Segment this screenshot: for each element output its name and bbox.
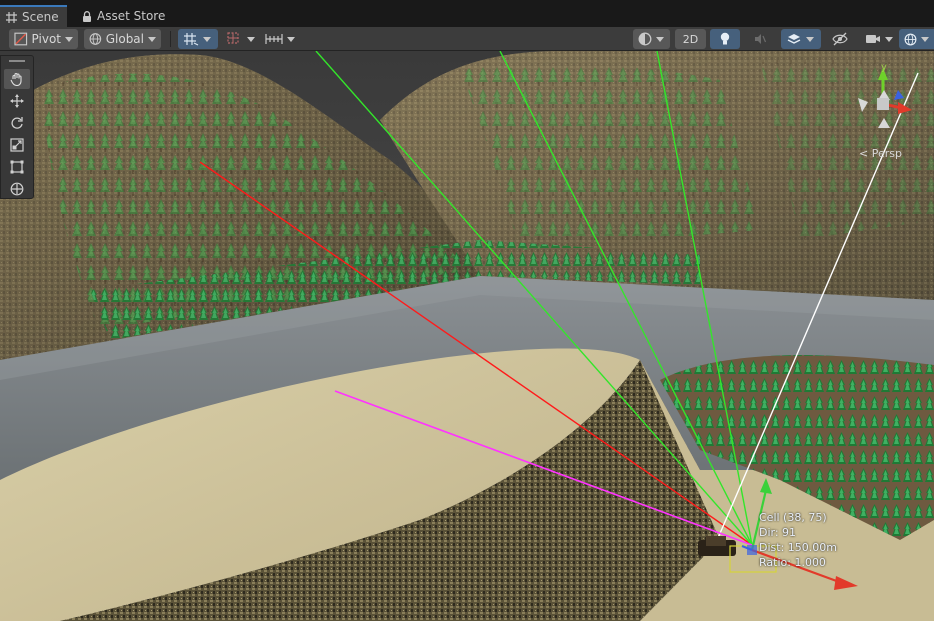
grid-snap-toggle[interactable] (178, 29, 218, 49)
pivot-label: Pivot (31, 32, 61, 46)
audio-muted-icon (755, 34, 767, 44)
tab-scene[interactable]: Scene (0, 5, 67, 27)
layers-icon (787, 34, 801, 44)
chevron-down-icon (921, 36, 929, 42)
hand-tool-button[interactable] (4, 69, 30, 89)
chevron-down-icon (65, 36, 73, 42)
orientation-gizmo[interactable]: y (854, 62, 918, 146)
scale-icon (10, 138, 24, 152)
tab-asset-store[interactable]: Asset Store (76, 5, 173, 27)
projection-label[interactable]: < Persp (859, 147, 902, 160)
axis-cube-icon (858, 68, 912, 128)
gizmos-dropdown[interactable] (899, 29, 934, 49)
palette-drag-handle[interactable] (9, 60, 25, 62)
gizmo-globe-icon (904, 33, 917, 45)
increment-snap-button[interactable] (222, 29, 260, 49)
scale-tool-button[interactable] (4, 135, 30, 155)
transform-icon (10, 182, 24, 196)
ruler-icon (265, 34, 283, 44)
cell-direction: Dir: 91 (759, 526, 797, 539)
grid-snap-icon (184, 33, 199, 46)
shading-mode-icon (638, 32, 652, 46)
camera-icon (866, 35, 880, 43)
pivot-dropdown[interactable]: Pivot (9, 29, 78, 49)
2d-mode-label: 2D (682, 32, 699, 46)
window-tab-bar: Scene Asset Store (0, 0, 934, 27)
increment-snap-icon (227, 32, 239, 44)
lock-icon (83, 10, 91, 22)
effects-dropdown[interactable] (781, 29, 821, 49)
globe-icon (89, 33, 102, 45)
cell-coordinates: Cell (38, 75) (759, 511, 827, 524)
grid-icon (6, 11, 17, 23)
tab-scene-label: Scene (22, 10, 59, 24)
cell-distance: Dist: 150.00m (759, 541, 837, 554)
cell-ratio: Ratio: 1.000 (759, 556, 826, 569)
global-dropdown[interactable]: Global (84, 29, 161, 49)
scene-toolbar: Pivot Global 2D (0, 27, 934, 51)
eye-slash-icon (832, 32, 848, 46)
axis-y-label: y (881, 62, 887, 73)
rect-tool-button[interactable] (4, 157, 30, 177)
toolbar-separator (170, 31, 171, 47)
lighting-toggle[interactable] (710, 29, 740, 49)
move-tool-button[interactable] (4, 91, 30, 111)
global-label: Global (105, 32, 144, 46)
move-icon (10, 94, 24, 108)
hidden-objects-toggle[interactable] (825, 29, 855, 49)
transform-tool-button[interactable] (4, 179, 30, 199)
rect-transform-icon (10, 160, 24, 174)
audio-toggle[interactable] (745, 29, 775, 49)
2d-mode-button[interactable]: 2D (675, 29, 706, 49)
scene-viewport[interactable]: Cell (38, 75) Dir: 91 Dist: 150.00m Rati… (0, 51, 934, 621)
chevron-down-icon (203, 36, 211, 42)
snap-settings-button[interactable] (260, 29, 300, 49)
tool-palette (0, 55, 34, 199)
cell-debug-info: Cell (38, 75) Dir: 91 Dist: 150.00m Rati… (759, 510, 837, 570)
tab-asset-store-label: Asset Store (97, 9, 166, 23)
light-bulb-icon (720, 32, 730, 45)
rotate-tool-button[interactable] (4, 113, 30, 133)
hand-icon (10, 72, 22, 86)
rotate-icon (11, 117, 23, 129)
chevron-down-icon (656, 36, 664, 42)
camera-dropdown[interactable] (860, 29, 898, 49)
chevron-down-icon (885, 36, 893, 42)
pivot-icon (14, 32, 28, 46)
chevron-down-icon (247, 36, 255, 42)
chevron-down-icon (806, 36, 814, 42)
chevron-down-icon (287, 36, 295, 42)
chevron-down-icon (148, 36, 156, 42)
draw-mode-dropdown[interactable] (633, 29, 670, 49)
